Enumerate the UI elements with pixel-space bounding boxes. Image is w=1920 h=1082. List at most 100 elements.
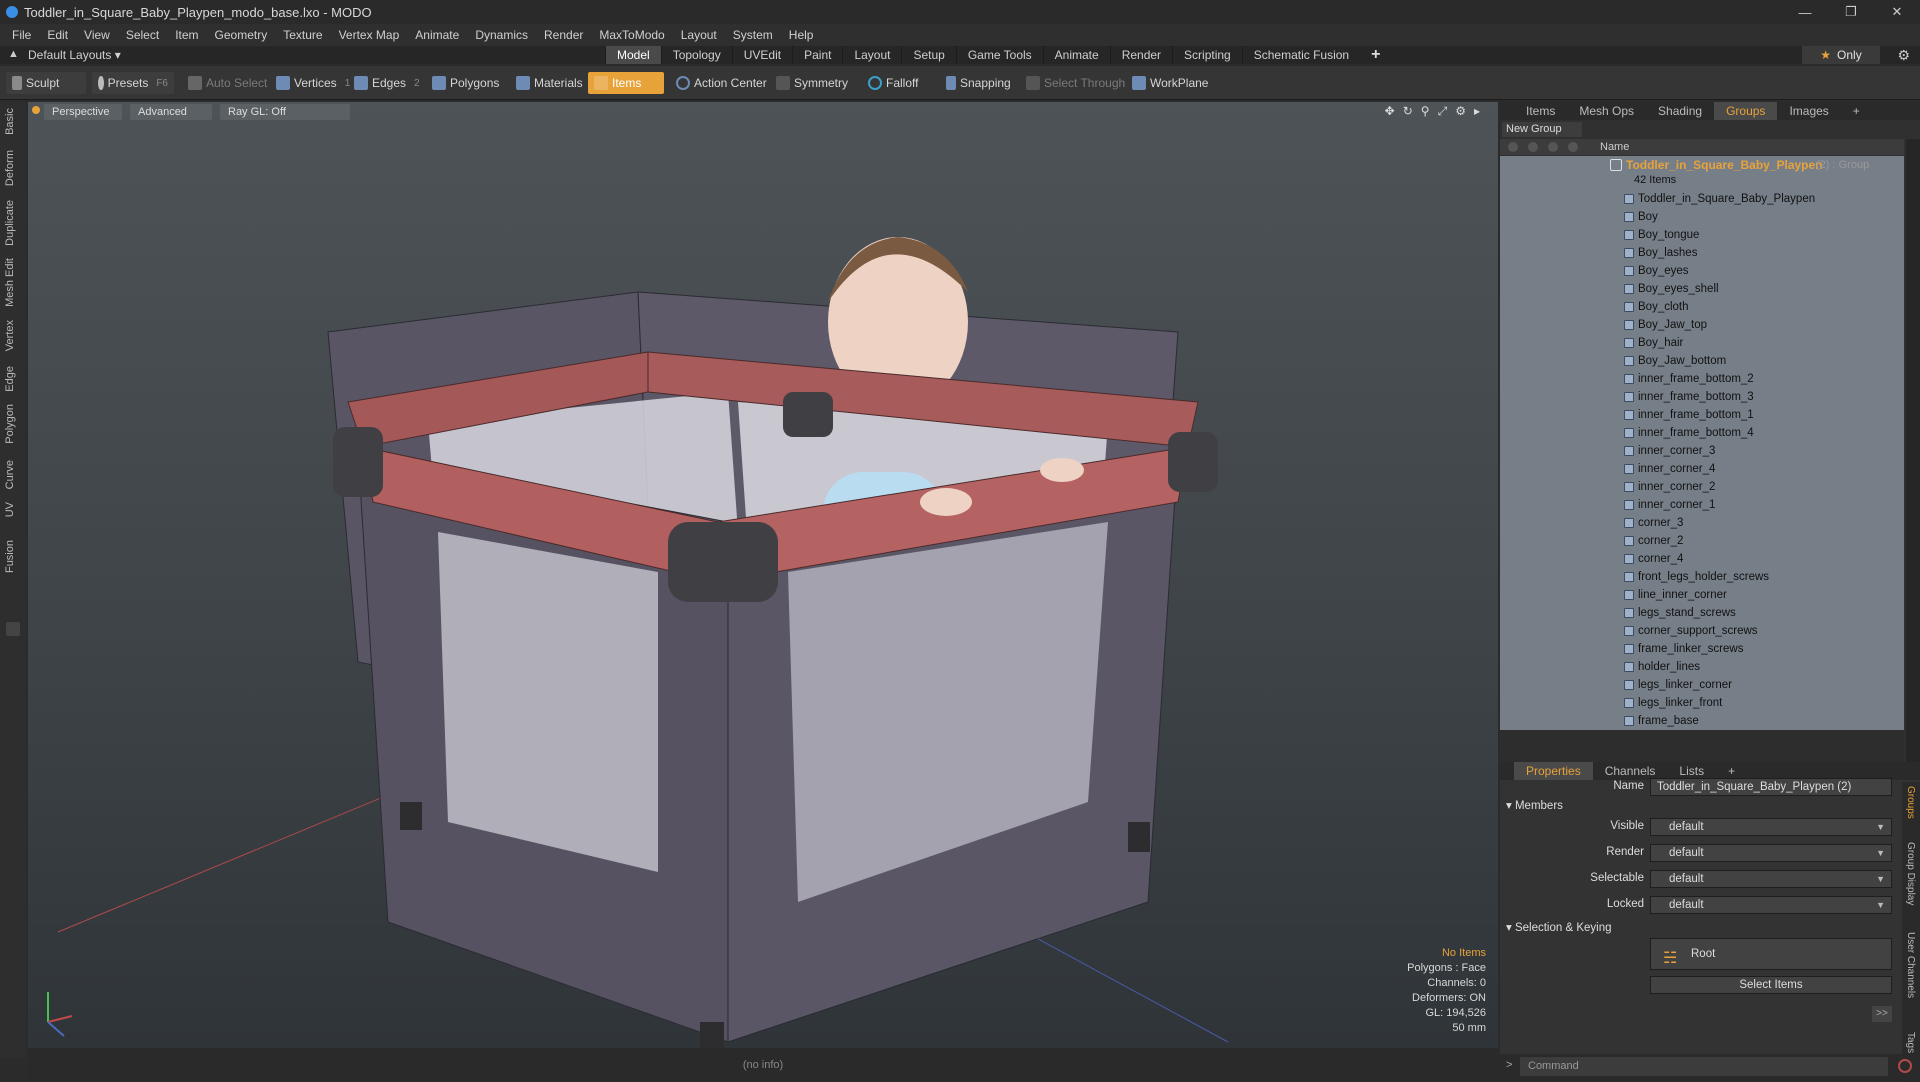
tab-game-tools[interactable]: Game Tools bbox=[955, 46, 1043, 64]
gear-icon[interactable]: ⚙ bbox=[1897, 47, 1910, 64]
visible-dropdown[interactable]: default ▼ bbox=[1650, 818, 1892, 836]
list-item[interactable]: legs_stand_screws bbox=[1500, 604, 1904, 622]
tab-fusion[interactable]: Fusion bbox=[4, 540, 16, 573]
members-section[interactable]: ▾ Members bbox=[1506, 798, 1563, 812]
groups-scrollbar[interactable] bbox=[1906, 139, 1920, 789]
list-item[interactable]: inner_corner_1 bbox=[1500, 496, 1904, 514]
list-item[interactable]: frame_base bbox=[1500, 712, 1904, 730]
restore-button[interactable]: ❐ bbox=[1828, 0, 1874, 24]
items-button[interactable]: Items bbox=[588, 72, 664, 94]
locked-dropdown[interactable]: default ▼ bbox=[1650, 896, 1892, 914]
list-item[interactable]: Boy_Jaw_top bbox=[1500, 316, 1904, 334]
list-item[interactable]: inner_frame_bottom_3 bbox=[1500, 388, 1904, 406]
list-item[interactable]: Boy bbox=[1500, 208, 1904, 226]
menu-help[interactable]: Help bbox=[781, 28, 822, 42]
list-item[interactable]: inner_corner_4 bbox=[1500, 460, 1904, 478]
side-tab-user-channels[interactable]: User Channels bbox=[1905, 932, 1916, 998]
add-tab-icon[interactable]: + bbox=[1360, 46, 1391, 64]
menu-system[interactable]: System bbox=[725, 28, 781, 42]
fit-icon[interactable]: ⤢ bbox=[1438, 104, 1448, 119]
root-button[interactable]: ☵ Root bbox=[1650, 938, 1892, 970]
layout-toggle-icon[interactable]: ▲ bbox=[8, 48, 19, 60]
tab-uv[interactable]: UV bbox=[4, 502, 16, 517]
selection-keying-section[interactable]: ▾ Selection & Keying bbox=[1506, 920, 1612, 934]
list-item[interactable]: line_inner_corner bbox=[1500, 586, 1904, 604]
tab-duplicate[interactable]: Duplicate bbox=[4, 200, 16, 246]
tab-paint[interactable]: Paint bbox=[792, 46, 842, 64]
list-item[interactable]: Boy_lashes bbox=[1500, 244, 1904, 262]
panel-toggle-icon[interactable] bbox=[6, 622, 20, 636]
select-through-button[interactable]: Select Through bbox=[1020, 72, 1131, 94]
list-item[interactable]: front_legs_holder_screws bbox=[1500, 568, 1904, 586]
name-field[interactable]: Toddler_in_Square_Baby_Playpen (2) bbox=[1650, 778, 1892, 796]
group-row[interactable]: Toddler_in_Square_Baby_Playpen (2) : Gro… bbox=[1500, 156, 1904, 190]
menu-animate[interactable]: Animate bbox=[407, 28, 467, 42]
tab-basic[interactable]: Basic bbox=[4, 108, 16, 135]
list-item[interactable]: Toddler_in_Square_Baby_Playpen bbox=[1500, 190, 1904, 208]
workplane-button[interactable]: WorkPlane bbox=[1126, 72, 1214, 94]
rotate-icon[interactable]: ↻ bbox=[1403, 104, 1413, 119]
list-item[interactable]: inner_frame_bottom_1 bbox=[1500, 406, 1904, 424]
list-item[interactable]: inner_frame_bottom_4 bbox=[1500, 424, 1904, 442]
list-item[interactable]: Boy_hair bbox=[1500, 334, 1904, 352]
zoom-icon[interactable]: ⚲ bbox=[1421, 104, 1430, 119]
falloff-button[interactable]: Falloff bbox=[862, 72, 924, 94]
tab-topology[interactable]: Topology bbox=[660, 46, 732, 64]
list-item[interactable]: Boy_eyes bbox=[1500, 262, 1904, 280]
tab-shading[interactable]: Shading bbox=[1646, 102, 1714, 120]
tab-mesh-ops[interactable]: Mesh Ops bbox=[1567, 102, 1646, 120]
render-dropdown[interactable]: default ▼ bbox=[1650, 844, 1892, 862]
viewport-settings-icon[interactable]: ⚙ bbox=[1455, 104, 1466, 119]
viewport-menu-icon[interactable] bbox=[32, 106, 40, 114]
tab-items[interactable]: Items bbox=[1514, 102, 1567, 120]
select-column-icon[interactable] bbox=[1548, 142, 1558, 152]
tab-animate[interactable]: Animate bbox=[1042, 46, 1110, 64]
only-button[interactable]: ★ Only bbox=[1802, 46, 1880, 64]
list-item[interactable]: Boy_cloth bbox=[1500, 298, 1904, 316]
menu-view[interactable]: View bbox=[76, 28, 118, 42]
visibility-column-icon[interactable] bbox=[1508, 142, 1518, 152]
expand-more-icon[interactable]: >> bbox=[1872, 1006, 1892, 1022]
3d-viewport[interactable]: Perspective Advanced Ray GL: Off ✥ ↻ ⚲ ⤢… bbox=[28, 102, 1498, 1048]
tab-scripting[interactable]: Scripting bbox=[1172, 46, 1242, 64]
tab-edge[interactable]: Edge bbox=[4, 366, 16, 392]
menu-edit[interactable]: Edit bbox=[39, 28, 76, 42]
menu-item[interactable]: Item bbox=[167, 28, 206, 42]
tab-layout[interactable]: Layout bbox=[842, 46, 901, 64]
edges-button[interactable]: Edges 2 bbox=[348, 72, 426, 94]
list-item[interactable]: frame_linker_screws bbox=[1500, 640, 1904, 658]
lock-column-icon[interactable] bbox=[1568, 142, 1578, 152]
list-item[interactable]: inner_corner_3 bbox=[1500, 442, 1904, 460]
tab-images[interactable]: Images bbox=[1777, 102, 1840, 120]
tab-model[interactable]: Model bbox=[605, 46, 661, 64]
menu-vertex-map[interactable]: Vertex Map bbox=[331, 28, 408, 42]
list-item[interactable]: inner_corner_2 bbox=[1500, 478, 1904, 496]
tab-vertex[interactable]: Vertex bbox=[4, 320, 16, 351]
menu-texture[interactable]: Texture bbox=[275, 28, 330, 42]
tab-polygon[interactable]: Polygon bbox=[4, 404, 16, 444]
perspective-dropdown[interactable]: Perspective bbox=[44, 104, 122, 120]
menu-layout[interactable]: Layout bbox=[673, 28, 725, 42]
tab-setup[interactable]: Setup bbox=[901, 46, 955, 64]
tab-groups[interactable]: Groups bbox=[1714, 102, 1778, 120]
list-item[interactable]: legs_linker_corner bbox=[1500, 676, 1904, 694]
list-item[interactable]: Boy_tongue bbox=[1500, 226, 1904, 244]
list-item[interactable]: Boy_eyes_shell bbox=[1500, 280, 1904, 298]
default-layouts-dropdown[interactable]: Default Layouts ▾ bbox=[28, 48, 121, 62]
side-tab-groups[interactable]: Groups bbox=[1905, 786, 1916, 819]
advanced-dropdown[interactable]: Advanced bbox=[130, 104, 212, 120]
tab-properties[interactable]: Properties bbox=[1514, 762, 1593, 780]
sculpt-button[interactable]: Sculpt bbox=[6, 72, 86, 94]
auto-select-button[interactable]: Auto Select bbox=[182, 72, 273, 94]
pan-icon[interactable]: ✥ bbox=[1385, 104, 1395, 119]
minimize-button[interactable]: — bbox=[1782, 0, 1828, 24]
render-column-icon[interactable] bbox=[1528, 142, 1538, 152]
action-center-button[interactable]: Action Center bbox=[670, 72, 773, 94]
list-item[interactable]: corner_4 bbox=[1500, 550, 1904, 568]
tab-render[interactable]: Render bbox=[1109, 46, 1172, 64]
vertices-button[interactable]: Vertices 1 bbox=[270, 72, 356, 94]
tab-uvedit[interactable]: UVEdit bbox=[731, 46, 792, 64]
snapping-button[interactable]: Snapping bbox=[940, 72, 1017, 94]
command-input[interactable]: Command bbox=[1520, 1057, 1888, 1076]
symmetry-button[interactable]: Symmetry bbox=[770, 72, 854, 94]
